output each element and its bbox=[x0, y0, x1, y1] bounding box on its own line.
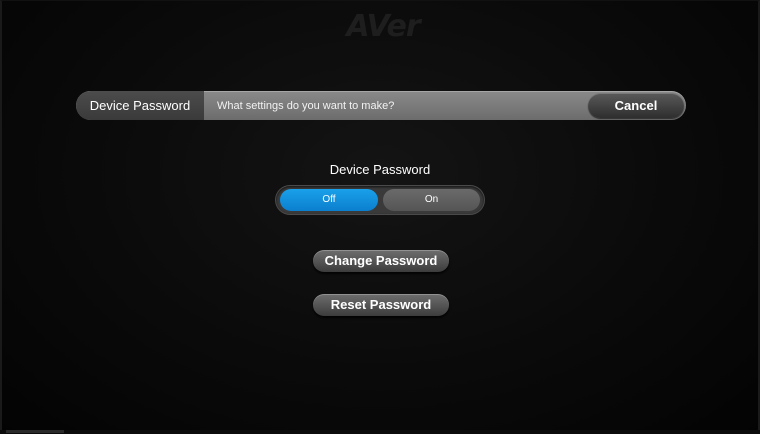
toggle-option-on[interactable]: On bbox=[383, 189, 480, 211]
device-password-label: Device Password bbox=[329, 162, 431, 177]
change-password-button[interactable]: Change Password bbox=[313, 250, 449, 272]
reset-password-button[interactable]: Reset Password bbox=[313, 294, 449, 316]
screen-frame bbox=[0, 0, 760, 434]
bottom-accent bbox=[6, 430, 64, 433]
device-password-screen: AVer Device Password What settings do yo… bbox=[0, 0, 760, 434]
bottom-strip bbox=[0, 430, 760, 434]
toggle-option-off[interactable]: Off bbox=[280, 189, 378, 211]
aver-logo: AVer bbox=[346, 9, 420, 44]
device-password-toggle: Off On bbox=[276, 186, 484, 214]
header-bar: Device Password What settings do you wan… bbox=[76, 91, 686, 120]
header-prompt: What settings do you want to make? bbox=[217, 100, 395, 112]
header-title: Device Password bbox=[76, 91, 204, 120]
cancel-button[interactable]: Cancel bbox=[588, 93, 684, 118]
